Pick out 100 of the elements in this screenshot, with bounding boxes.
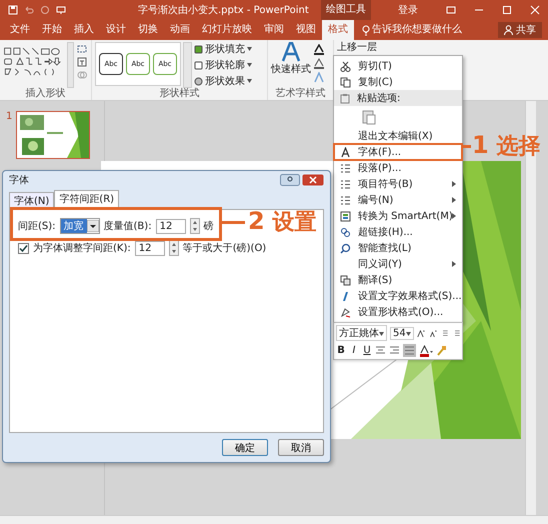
step-annotation: 2 设置 bbox=[248, 207, 316, 237]
ok-button[interactable]: 确定 bbox=[222, 439, 268, 456]
ribbon-tab[interactable]: 开始 bbox=[36, 20, 68, 40]
menu-item[interactable]: 设置形状格式(O)... bbox=[334, 304, 462, 320]
caret-icon bbox=[406, 332, 411, 336]
undo-icon[interactable] bbox=[24, 5, 34, 15]
menu-item[interactable]: 退出文本编辑(X) bbox=[334, 128, 462, 144]
text-outline-icon[interactable] bbox=[312, 58, 326, 69]
menu-item[interactable]: 段落(P)... bbox=[334, 160, 462, 176]
unit-label: 磅 bbox=[204, 220, 214, 233]
leader-line bbox=[219, 221, 245, 224]
group-label: 艺术字样式 bbox=[274, 88, 326, 100]
tell-me-field[interactable]: 告诉我你想要做什么 bbox=[372, 20, 462, 40]
shrink-font-icon[interactable] bbox=[428, 328, 438, 338]
ribbon-display-icon[interactable] bbox=[446, 5, 456, 15]
shape-format-command[interactable]: 形状填充 bbox=[194, 42, 252, 56]
window-title: 字号渐次由小变大.pptx - PowerPoint bbox=[138, 4, 309, 17]
person-icon bbox=[504, 25, 513, 35]
spacing-label: 间距(S): bbox=[18, 220, 56, 233]
grow-font-icon[interactable] bbox=[417, 328, 426, 338]
bold-button[interactable]: B bbox=[336, 345, 346, 356]
kerning-label: 为字体调整字间距(K): bbox=[33, 242, 131, 255]
menu-header-text: 粘贴选项: bbox=[357, 92, 400, 105]
ribbon-tab[interactable]: 动画 bbox=[164, 20, 196, 40]
ribbon-tab[interactable]: 格式 bbox=[322, 20, 354, 40]
menu-item[interactable]: 剪切(T) bbox=[334, 58, 462, 74]
wordart-icon bbox=[280, 42, 302, 62]
ribbon-tab[interactable]: 设计 bbox=[100, 20, 132, 40]
caret-icon bbox=[247, 79, 252, 83]
caret-icon bbox=[247, 63, 252, 67]
underline-button[interactable]: U bbox=[362, 345, 372, 356]
menu-item[interactable]: 编号(N) bbox=[334, 192, 462, 208]
link-icon bbox=[340, 226, 350, 238]
menu-item[interactable]: 项目符号(B) bbox=[334, 176, 462, 192]
ribbon-tab[interactable]: 幻灯片放映 bbox=[196, 20, 258, 40]
scissors-icon bbox=[340, 60, 350, 72]
search-icon bbox=[340, 242, 350, 254]
menu-item[interactable]: 设置文字效果格式(S)... bbox=[334, 288, 462, 304]
smartart-icon bbox=[340, 210, 350, 222]
gallery-scrollbar[interactable] bbox=[183, 42, 192, 88]
gallery-scrollbar[interactable] bbox=[66, 42, 74, 88]
ribbon-tab[interactable]: 插入 bbox=[68, 20, 100, 40]
numbers-icon bbox=[340, 194, 350, 206]
align-center-icon[interactable] bbox=[375, 345, 386, 356]
close-icon[interactable] bbox=[530, 5, 540, 15]
text-box-icon[interactable] bbox=[76, 57, 88, 67]
dropdown-arrow-icon bbox=[86, 220, 99, 232]
menu-item[interactable]: 智能查找(L) bbox=[334, 240, 462, 256]
shape-format-command[interactable]: 形状效果 bbox=[194, 74, 252, 88]
menu-item[interactable]: 超链接(H)... bbox=[334, 224, 462, 240]
copy-icon bbox=[340, 76, 350, 88]
step-annotation: 1 选择 bbox=[472, 131, 540, 161]
bullets-icon bbox=[340, 178, 350, 190]
para-icon bbox=[340, 162, 350, 174]
bring-forward-button[interactable]: 上移一层 bbox=[337, 40, 377, 54]
amount-label: 度量值(B): bbox=[104, 220, 152, 233]
close-button[interactable] bbox=[302, 174, 324, 186]
ribbon-tab[interactable]: 文件 bbox=[4, 20, 36, 40]
spinner-arrows-icon[interactable] bbox=[168, 240, 179, 256]
font-size-field[interactable]: 54 bbox=[390, 326, 414, 340]
shape-format-command[interactable]: 形状轮廓 bbox=[194, 58, 252, 72]
share-button[interactable]: 共享 bbox=[498, 22, 542, 38]
spinner-arrows-icon[interactable] bbox=[190, 218, 200, 234]
menu-item[interactable]: 翻译(S) bbox=[334, 272, 462, 288]
menu-item[interactable]: 复制(C) bbox=[334, 74, 462, 90]
presentation-icon[interactable] bbox=[56, 5, 66, 15]
increase-indent-icon[interactable] bbox=[440, 328, 449, 338]
kerning-suffix: 等于或大于(磅)(O) bbox=[182, 242, 266, 255]
help-button[interactable] bbox=[280, 174, 300, 186]
dialog-title: 字体 bbox=[9, 174, 29, 187]
cancel-button[interactable]: 取消 bbox=[278, 439, 324, 456]
quick-styles-button[interactable]: 快速样式 bbox=[271, 42, 311, 76]
kerning-checkbox[interactable] bbox=[18, 242, 29, 254]
align-right-icon[interactable] bbox=[389, 345, 400, 356]
font-icon bbox=[340, 146, 350, 158]
caret-icon bbox=[247, 47, 252, 51]
edit-shape-icon[interactable] bbox=[76, 44, 88, 54]
font-name-field[interactable]: 方正姚体 bbox=[336, 325, 387, 341]
save-icon[interactable] bbox=[8, 5, 18, 15]
paste-text-only-icon[interactable] bbox=[362, 109, 376, 125]
amount-spinner[interactable]: 12 bbox=[156, 218, 186, 234]
sign-in-link[interactable]: 登录 bbox=[398, 3, 418, 17]
italic-button[interactable]: I bbox=[349, 345, 359, 356]
ribbon-tab[interactable]: 视图 bbox=[290, 20, 322, 40]
font-color-icon[interactable] bbox=[419, 344, 433, 356]
menu-item[interactable]: 转换为 SmartArt(M) bbox=[334, 208, 462, 224]
caret-icon bbox=[379, 332, 384, 336]
kerning-spinner[interactable]: 12 bbox=[134, 240, 165, 256]
menu-item[interactable]: 同义词(Y) bbox=[334, 256, 462, 272]
text-fill-icon[interactable] bbox=[312, 44, 326, 55]
maximize-icon[interactable] bbox=[502, 5, 512, 15]
ribbon-tab[interactable]: 切换 bbox=[132, 20, 164, 40]
context-tab-group: 绘图工具 bbox=[320, 0, 371, 20]
slide-number: 1 bbox=[6, 111, 12, 122]
ribbon-tab[interactable]: 审阅 bbox=[258, 20, 290, 40]
group-label: 插入形状 bbox=[24, 88, 66, 100]
group-label: 形状样式 bbox=[158, 88, 200, 100]
spacing-dropdown[interactable]: 加宽 bbox=[60, 218, 100, 234]
lightbulb-icon bbox=[362, 25, 370, 36]
menu-item[interactable]: 字体(F)... bbox=[334, 144, 462, 160]
